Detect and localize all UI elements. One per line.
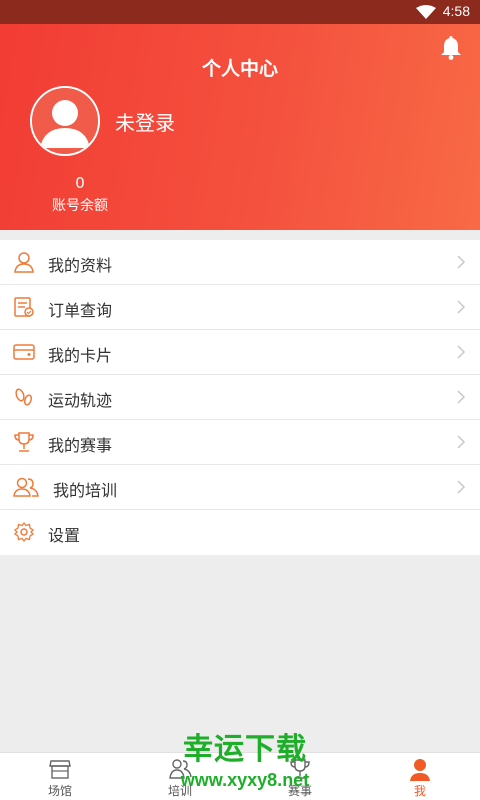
chevron-right-icon bbox=[457, 300, 466, 314]
card-icon bbox=[13, 344, 35, 360]
page-title: 个人中心 bbox=[201, 58, 278, 80]
tab-me[interactable]: 我 bbox=[360, 753, 480, 800]
profile-menu: 我的资料 订单查询 我的卡片 运动轨迹 我的赛事 我的培训 设置 bbox=[0, 240, 480, 555]
chevron-right-icon bbox=[457, 345, 466, 359]
wifi-icon bbox=[416, 5, 436, 19]
tab-venue[interactable]: 场馆 bbox=[0, 753, 120, 800]
menu-item-training[interactable]: 我的培训 bbox=[0, 465, 480, 510]
avatar[interactable] bbox=[30, 86, 100, 156]
menu-item-label: 运动轨迹 bbox=[48, 391, 113, 410]
watermark: 幸运下载 www.xyxy8.net bbox=[160, 732, 330, 796]
menu-item-events[interactable]: 我的赛事 bbox=[0, 420, 480, 465]
user-profile-icon bbox=[14, 252, 34, 273]
chevron-right-icon bbox=[457, 255, 466, 269]
me-icon bbox=[410, 759, 430, 781]
menu-item-settings[interactable]: 设置 bbox=[0, 510, 480, 555]
chevron-right-icon bbox=[457, 435, 466, 449]
menu-item-profile[interactable]: 我的资料 bbox=[0, 240, 480, 285]
footprint-icon bbox=[15, 388, 33, 406]
gear-icon bbox=[13, 521, 35, 543]
default-avatar-icon bbox=[32, 88, 98, 154]
trophy-icon bbox=[14, 432, 34, 452]
tab-label: 场馆 bbox=[47, 784, 72, 798]
menu-item-label: 我的卡片 bbox=[48, 346, 113, 365]
menu-item-tracks[interactable]: 运动轨迹 bbox=[0, 375, 480, 420]
menu-item-label: 我的资料 bbox=[48, 256, 113, 275]
watermark-url: www.xyxy8.net bbox=[180, 770, 310, 790]
watermark-title: 幸运下载 bbox=[183, 732, 307, 767]
menu-item-label: 我的培训 bbox=[53, 481, 118, 500]
balance-label: 账号余额 bbox=[52, 198, 108, 214]
menu-item-label: 我的赛事 bbox=[48, 436, 113, 455]
chevron-right-icon bbox=[457, 480, 466, 494]
notification-bell-icon[interactable] bbox=[440, 36, 462, 60]
login-status[interactable]: 未登录 bbox=[115, 107, 175, 136]
menu-item-label: 订单查询 bbox=[48, 301, 113, 320]
menu-item-cards[interactable]: 我的卡片 bbox=[0, 330, 480, 375]
users-icon bbox=[13, 477, 39, 497]
venue-icon bbox=[49, 760, 71, 779]
menu-item-label: 设置 bbox=[48, 526, 81, 545]
menu-item-orders[interactable]: 订单查询 bbox=[0, 285, 480, 330]
status-time: 4:58 bbox=[442, 3, 470, 19]
balance-value: 0 bbox=[75, 174, 85, 192]
profile-header: 个人中心 未登录 0 账号余额 bbox=[0, 24, 480, 230]
order-icon bbox=[14, 297, 34, 317]
status-bar: 4:58 bbox=[0, 0, 480, 24]
tab-label: 我 bbox=[413, 784, 426, 798]
chevron-right-icon bbox=[457, 390, 466, 404]
